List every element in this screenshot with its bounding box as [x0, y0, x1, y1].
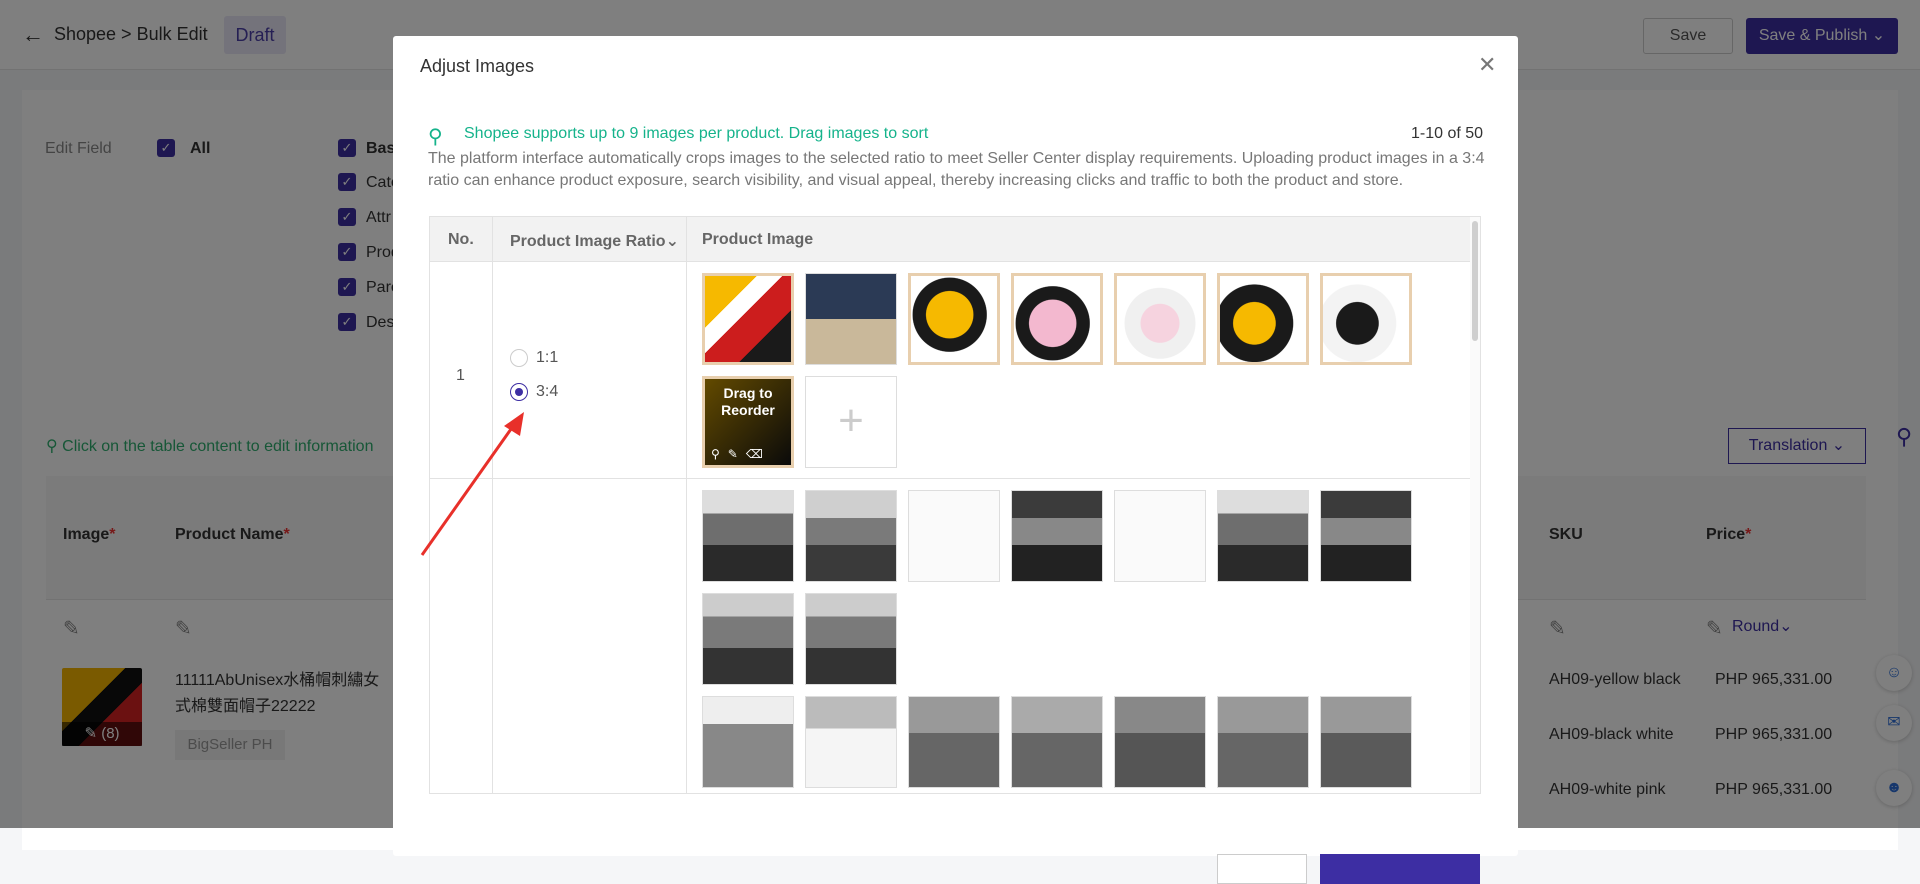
delete-icon[interactable]: ⌫ [746, 447, 771, 461]
modal-title: Adjust Images [420, 56, 535, 76]
edit-icon[interactable]: ✎ [728, 447, 746, 461]
product-image[interactable] [1217, 696, 1309, 788]
product-image[interactable] [1011, 696, 1103, 788]
column-header-ratio-label: Product Image Ratio [510, 233, 666, 250]
column-header-product-image: Product Image [702, 231, 814, 248]
scrollbar-thumb[interactable] [1472, 221, 1478, 341]
image-table: No. Product Image Ratio⌄ Product Image 1… [429, 216, 1481, 794]
annotation-arrow-line [420, 421, 518, 556]
product-image[interactable] [1114, 273, 1206, 365]
ratio-radio-1-1[interactable] [510, 349, 528, 367]
product-image-dragging[interactable]: Drag to Reorder ⚲✎⌫ [702, 376, 794, 468]
row-number: 1 [456, 367, 465, 384]
product-image[interactable] [1217, 273, 1309, 365]
column-header-ratio[interactable]: Product Image Ratio⌄ [510, 231, 679, 251]
chevron-down-icon: ⌄ [665, 233, 679, 250]
product-image[interactable] [1011, 273, 1103, 365]
product-image[interactable] [908, 273, 1000, 365]
ratio-radio-3-4[interactable] [510, 383, 528, 401]
product-image[interactable] [1320, 273, 1412, 365]
product-image[interactable] [1114, 696, 1206, 788]
confirm-button[interactable] [1320, 854, 1480, 884]
product-image[interactable] [908, 490, 1000, 582]
product-image[interactable] [702, 696, 794, 788]
product-image[interactable] [702, 593, 794, 685]
image-tip: Shopee supports up to 9 images per produ… [464, 125, 929, 142]
ratio-label-3-4: 3:4 [536, 383, 559, 400]
product-image[interactable] [1114, 490, 1206, 582]
product-image[interactable] [1011, 490, 1103, 582]
cancel-button[interactable] [1217, 854, 1307, 884]
add-image-button[interactable]: + [805, 376, 897, 468]
product-image[interactable] [805, 273, 897, 365]
product-image[interactable] [805, 593, 897, 685]
product-image[interactable] [908, 696, 1000, 788]
lightbulb-icon: ⚲ [428, 126, 443, 148]
annotation-arrow [420, 412, 524, 556]
close-icon[interactable]: ✕ [1478, 52, 1496, 78]
row-divider [430, 478, 1480, 479]
product-image[interactable] [702, 490, 794, 582]
ratio-label-1-1: 1:1 [536, 349, 559, 366]
product-image[interactable] [805, 490, 897, 582]
column-divider [686, 217, 687, 793]
product-image[interactable] [702, 273, 794, 365]
product-image[interactable] [1320, 490, 1412, 582]
pagination-count: 1-10 of 50 [1411, 125, 1484, 142]
product-image[interactable] [805, 696, 897, 788]
column-header-no: No. [448, 231, 474, 248]
zoom-icon[interactable]: ⚲ [711, 447, 728, 461]
adjust-images-modal: Adjust Images ✕ ⚲ Shopee supports up to … [393, 36, 1518, 884]
image-actions: ⚲✎⌫ [711, 447, 771, 461]
product-image[interactable] [1320, 696, 1412, 788]
product-image[interactable] [1217, 490, 1309, 582]
ratio-description: The platform interface automatically cro… [428, 150, 1485, 189]
